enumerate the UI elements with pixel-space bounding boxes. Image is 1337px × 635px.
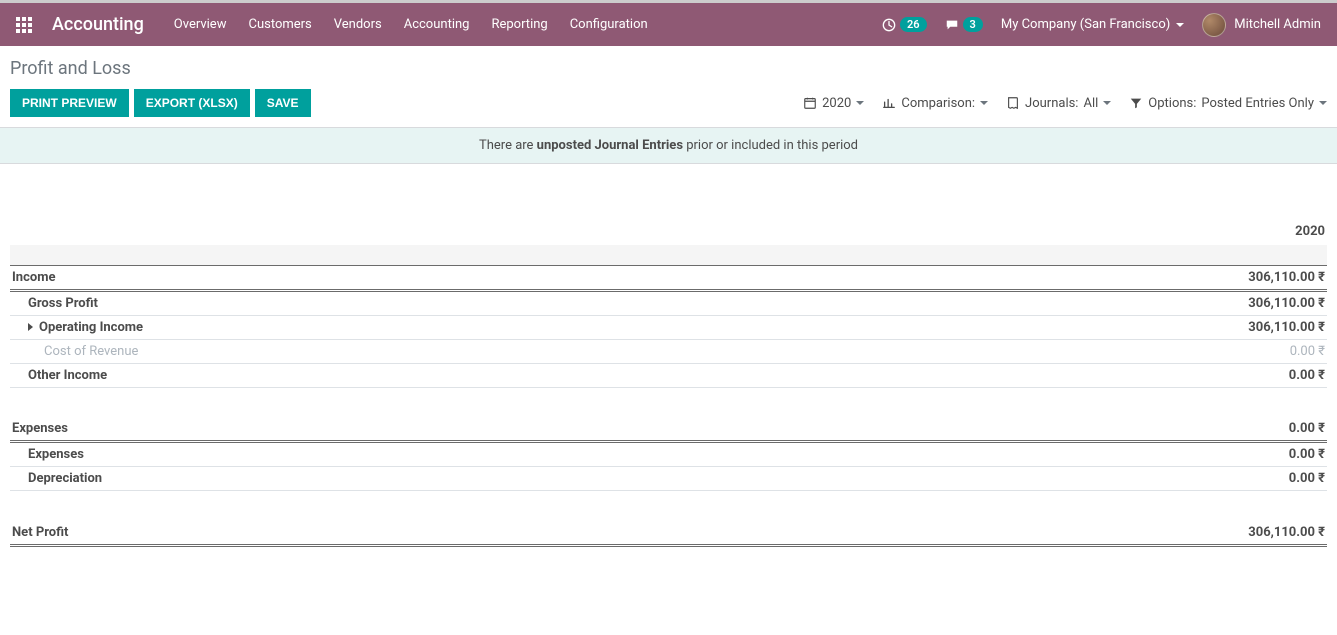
- journals-label: Journals:: [1025, 96, 1078, 111]
- user-menu[interactable]: Mitchell Admin: [1202, 13, 1321, 37]
- caret-down-icon: [1103, 101, 1111, 105]
- caret-down-icon: [1176, 23, 1184, 27]
- period-filter[interactable]: 2020: [803, 96, 864, 111]
- row-value: 306,110.00 ₹: [834, 521, 1327, 546]
- section-row[interactable]: Expenses 0.00 ₹: [10, 417, 1327, 442]
- comparison-filter[interactable]: Comparison:: [882, 96, 988, 111]
- journals-value: All: [1083, 96, 1098, 111]
- user-name: Mitchell Admin: [1234, 17, 1321, 32]
- discuss-badge: 3: [963, 17, 983, 32]
- row-value: 0.00 ₹: [834, 467, 1327, 491]
- row-value: 0.00 ₹: [834, 442, 1327, 467]
- report-area: 2020 Income 306,110.00 ₹ Gross Profit 306,1…: [0, 164, 1337, 557]
- action-row: PRINT PREVIEW EXPORT (XLSX) SAVE 2020 Co…: [10, 89, 1327, 127]
- period-value: 2020: [822, 96, 851, 111]
- apps-icon[interactable]: [16, 17, 32, 33]
- discuss-button[interactable]: 3: [945, 17, 983, 32]
- expand-icon[interactable]: [28, 323, 33, 331]
- print-preview-button[interactable]: PRINT PREVIEW: [10, 89, 129, 117]
- row-value: 306,110.00 ₹: [834, 290, 1327, 315]
- bar-chart-icon: [882, 96, 896, 110]
- activity-button[interactable]: 26: [882, 17, 927, 32]
- caret-down-icon: [856, 101, 864, 105]
- banner-prefix: There are: [479, 138, 537, 153]
- warning-banner: There are unposted Journal Entries prior…: [0, 127, 1337, 164]
- caret-down-icon: [1319, 101, 1327, 105]
- row-label: Other Income: [28, 368, 107, 383]
- export-xlsx-button[interactable]: EXPORT (XLSX): [134, 89, 250, 117]
- nav-overview[interactable]: Overview: [174, 17, 227, 32]
- activity-badge: 26: [900, 17, 927, 32]
- nav-configuration[interactable]: Configuration: [570, 17, 648, 32]
- column-header: 2020: [10, 174, 1327, 245]
- save-button[interactable]: SAVE: [255, 89, 311, 117]
- company-name: My Company (San Francisco): [1001, 17, 1170, 32]
- options-label: Options:: [1148, 96, 1196, 111]
- row-value: 0.00 ₹: [834, 339, 1327, 363]
- line-row[interactable]: Cost of Revenue 0.00 ₹: [10, 339, 1327, 363]
- line-row[interactable]: Operating Income 306,110.00 ₹: [10, 315, 1327, 339]
- report-table: Income 306,110.00 ₹ Gross Profit 306,110.00…: [10, 245, 1327, 547]
- chat-icon: [945, 18, 959, 32]
- book-icon: [1006, 96, 1020, 110]
- row-label: Cost of Revenue: [44, 344, 138, 359]
- clock-icon: [882, 18, 896, 32]
- comparison-label: Comparison:: [901, 96, 975, 111]
- top-navbar: Accounting Overview Customers Vendors Ac…: [0, 0, 1337, 46]
- nav-customers[interactable]: Customers: [248, 17, 311, 32]
- row-value: 306,110.00 ₹: [834, 265, 1327, 290]
- options-filter[interactable]: Options: Posted Entries Only: [1129, 96, 1327, 111]
- row-label: Depreciation: [28, 471, 102, 486]
- avatar: [1202, 13, 1226, 37]
- banner-suffix: prior or included in this period: [683, 138, 858, 153]
- company-selector[interactable]: My Company (San Francisco): [1001, 17, 1184, 32]
- line-row[interactable]: Gross Profit 306,110.00 ₹: [10, 290, 1327, 315]
- nav-menu: Overview Customers Vendors Accounting Re…: [174, 17, 648, 32]
- row-label: Operating Income: [39, 320, 143, 335]
- section-row[interactable]: Income 306,110.00 ₹: [10, 265, 1327, 290]
- options-value: Posted Entries Only: [1201, 96, 1314, 111]
- line-row[interactable]: Other Income 0.00 ₹: [10, 363, 1327, 387]
- nav-vendors[interactable]: Vendors: [334, 17, 382, 32]
- line-row[interactable]: Expenses 0.00 ₹: [10, 442, 1327, 467]
- sub-header: Profit and Loss PRINT PREVIEW EXPORT (XL…: [0, 46, 1337, 127]
- row-value: 0.00 ₹: [834, 417, 1327, 442]
- row-label: Expenses: [12, 421, 68, 436]
- calendar-icon: [803, 96, 817, 110]
- row-label: Gross Profit: [28, 296, 98, 311]
- topbar-right: 26 3 My Company (San Francisco) Mitchell…: [882, 13, 1321, 37]
- app-title[interactable]: Accounting: [52, 14, 144, 35]
- section-row[interactable]: Net Profit 306,110.00 ₹: [10, 521, 1327, 546]
- line-row[interactable]: Depreciation 0.00 ₹: [10, 467, 1327, 491]
- nav-reporting[interactable]: Reporting: [491, 17, 547, 32]
- row-value: 0.00 ₹: [834, 363, 1327, 387]
- page-title: Profit and Loss: [10, 58, 1327, 79]
- row-label: Income: [12, 270, 55, 285]
- journals-filter[interactable]: Journals: All: [1006, 96, 1111, 111]
- funnel-icon: [1129, 96, 1143, 110]
- nav-accounting[interactable]: Accounting: [404, 17, 470, 32]
- row-label: Expenses: [28, 447, 84, 462]
- filter-bar: 2020 Comparison: Journals: All: [803, 96, 1327, 111]
- button-group: PRINT PREVIEW EXPORT (XLSX) SAVE: [10, 89, 311, 117]
- banner-link[interactable]: unposted Journal Entries: [537, 138, 683, 153]
- caret-down-icon: [980, 101, 988, 105]
- row-label: Net Profit: [12, 525, 68, 540]
- row-value: 306,110.00 ₹: [834, 315, 1327, 339]
